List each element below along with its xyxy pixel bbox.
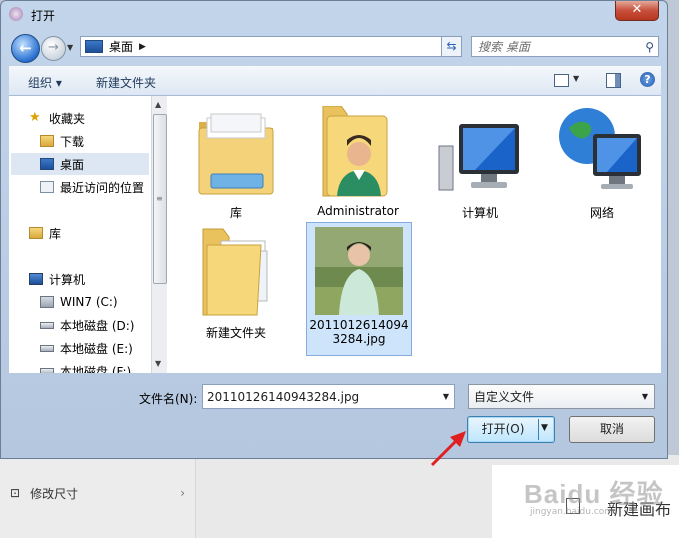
sidebar-item-label: 下载 [60, 134, 85, 149]
recent-places-icon [40, 181, 54, 193]
file-type-dropdown-icon[interactable]: ▼ [642, 392, 648, 401]
navigation-pane: ★ 收藏夹 下载 桌面 最近访问的位置 库 计算机 WIN7 (C:) 本地磁盘… [9, 96, 151, 373]
photo-thumbnail [315, 227, 403, 315]
sidebar-item-downloads[interactable]: 下载 [40, 130, 151, 152]
app-icon [9, 7, 23, 21]
sidebar-item-favorites[interactable]: ★ 收藏夹 [29, 107, 151, 129]
dialog-title: 打开 [31, 9, 56, 23]
sidebar-item-drive-e[interactable]: 本地磁盘 (E:) [40, 337, 151, 359]
sidebar-item-label: 最近访问的位置 [60, 180, 145, 195]
user-folder-icon [322, 105, 388, 197]
sidebar-item-computer[interactable]: 计算机 [29, 268, 151, 290]
sidebar-item-drive-f[interactable]: 本地磁盘 (F:) [40, 360, 151, 373]
file-type-value: 自定义文件 [474, 390, 535, 404]
library-folder-icon [198, 113, 274, 195]
preview-pane-icon[interactable] [606, 73, 621, 88]
open-options-dropdown-icon[interactable]: ▼ [541, 423, 548, 433]
sidebar-item-label: 计算机 [49, 272, 86, 287]
file-label: Administrator [317, 204, 399, 218]
close-button[interactable]: ✕ [615, 1, 659, 21]
drive-icon [40, 367, 54, 373]
sidebar-item-label: 收藏夹 [49, 111, 86, 126]
system-drive-icon [40, 296, 54, 308]
sidebar-item-libraries[interactable]: 库 [29, 222, 151, 244]
file-label: 网络 [589, 206, 614, 220]
breadcrumb-desktop[interactable]: 桌面 [109, 38, 133, 55]
file-type-select[interactable]: 自定义文件 ▼ [468, 384, 655, 409]
sidebar-item-drive-d[interactable]: 本地磁盘 (D:) [40, 314, 151, 336]
network-icon [559, 108, 641, 189]
sidebar-item-desktop[interactable]: 桌面 [11, 153, 149, 175]
drive-icon [40, 321, 54, 329]
computer-icon [29, 273, 43, 285]
command-bar: 组织 ▾ 新建文件夹 ▼ ? [9, 65, 661, 96]
filename-combobox[interactable]: 20110126140943284.jpg ▼ [202, 384, 455, 409]
sidebar-item-label: 本地磁盘 (E:) [60, 341, 133, 356]
resize-icon: ⊡ [10, 486, 21, 500]
sidebar-item-label: WIN7 (C:) [60, 295, 118, 309]
sidebar-item-drive-c[interactable]: WIN7 (C:) [40, 291, 151, 313]
open-file-dialog: 打开 ✕ ← → ▼ 桌面 ▶ ▼ ⇆ ⚲ 组织 ▾ 新建文件夹 ▼ ? ★ 收… [0, 0, 668, 459]
file-item-network[interactable]: 网络 [552, 106, 652, 221]
annotation-arrow-icon [430, 431, 466, 467]
breadcrumb-chevron-icon[interactable]: ▶ [139, 42, 146, 52]
download-folder-icon [40, 135, 54, 147]
search-input[interactable] [476, 38, 640, 55]
watermark-url: jingyan.baidu.com [530, 507, 614, 517]
star-icon: ★ [29, 110, 41, 125]
file-item-new-folder[interactable]: 新建文件夹 [186, 221, 286, 341]
forward-button[interactable]: → [41, 36, 66, 61]
file-list: 库 Administrator 计算机 网络 新建文件夹 20110126140… [167, 96, 661, 373]
desktop-icon [40, 158, 54, 170]
help-icon[interactable]: ? [640, 72, 655, 87]
library-icon [29, 227, 43, 239]
scroll-grip-icon: ≡ [156, 194, 163, 203]
filename-dropdown-icon[interactable]: ▼ [443, 392, 449, 401]
sidebar-item-label: 库 [49, 226, 62, 241]
drive-icon [40, 344, 54, 352]
file-label: 计算机 [461, 206, 498, 220]
watermark: Baidu 经验 [524, 479, 664, 509]
new-folder-button[interactable]: 新建文件夹 [96, 74, 156, 91]
view-dropdown-icon[interactable]: ▼ [573, 74, 579, 83]
sidebar-item-recent-places[interactable]: 最近访问的位置 [40, 176, 151, 198]
resize-menu-label: 修改尺寸 [30, 486, 79, 501]
search-box[interactable]: ⚲ [471, 36, 659, 57]
chevron-right-icon: › [180, 486, 185, 500]
resize-menu-item[interactable]: ⊡ 修改尺寸 › [10, 478, 185, 508]
sidebar-item-label: 桌面 [60, 157, 85, 172]
computer-icon [438, 124, 519, 191]
search-icon[interactable]: ⚲ [645, 40, 654, 54]
back-button[interactable]: ← [11, 34, 40, 63]
scroll-down-icon[interactable]: ▼ [155, 359, 161, 368]
title-bar[interactable]: 打开 ✕ [1, 1, 667, 29]
address-bar[interactable]: 桌面 ▶ ▼ [80, 36, 461, 57]
navigation-scrollbar[interactable]: ▲ ≡ ▼ [151, 96, 167, 373]
scroll-up-icon[interactable]: ▲ [155, 100, 161, 109]
file-label-line2: 3284.jpg [332, 332, 386, 346]
file-item-administrator[interactable]: Administrator [308, 105, 408, 218]
organize-button[interactable]: 组织 ▾ [28, 74, 62, 91]
file-item-computer[interactable]: 计算机 [430, 106, 530, 221]
open-button[interactable]: 打开(O) ▼ [467, 416, 555, 443]
sidebar-item-label: 本地磁盘 (D:) [60, 318, 135, 333]
file-label: 库 [229, 206, 242, 220]
view-options-icon[interactable] [554, 74, 569, 87]
file-label-line1: 2011012614094 [309, 318, 409, 332]
file-item-jpg[interactable]: 2011012614094 3284.jpg [306, 222, 412, 356]
folder-icon [202, 228, 268, 316]
refresh-button[interactable]: ⇆ [441, 36, 462, 57]
open-button-label[interactable]: 打开(O) [468, 417, 538, 442]
recent-pages-dropdown-icon[interactable]: ▼ [67, 43, 73, 52]
cancel-button[interactable]: 取消 [569, 416, 655, 443]
file-item-libraries[interactable]: 库 [186, 106, 286, 221]
filename-input[interactable]: 20110126140943284.jpg [207, 390, 359, 404]
filename-label: 文件名(N): [139, 392, 198, 406]
split-divider [538, 419, 539, 440]
file-label: 新建文件夹 [205, 326, 266, 340]
sidebar-item-label: 本地磁盘 (F:) [60, 364, 132, 374]
desktop-icon [85, 40, 103, 53]
